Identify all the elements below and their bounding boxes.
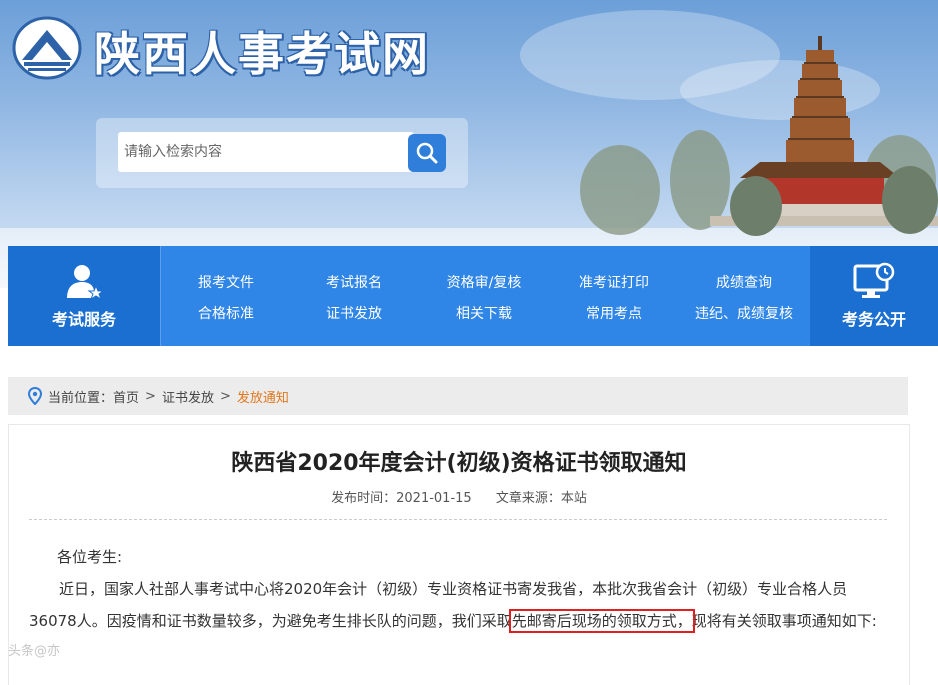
nav-links: 报考文件 考试报名 资格审/复核 准考证打印 成绩查询 合格标准 证书发放 相关… (160, 246, 810, 346)
location-pin-icon (28, 387, 42, 405)
nav-link-certificate-issue[interactable]: 证书发放 (326, 303, 382, 323)
search-box (96, 118, 468, 188)
exam-affairs-public-button[interactable]: 考务公开 (810, 246, 938, 346)
breadcrumb-home[interactable]: 首页 (113, 387, 139, 406)
nav-link-downloads[interactable]: 相关下载 (456, 303, 512, 323)
nav-link-report-docs[interactable]: 报考文件 (198, 272, 254, 292)
watermark: 头条@亦 (8, 644, 61, 659)
search-icon (416, 142, 438, 164)
nav-link-qualification-review[interactable]: 资格审/复核 (447, 272, 522, 292)
exam-service-button[interactable]: 考试服务 (8, 246, 161, 346)
search-input[interactable] (118, 132, 414, 172)
exam-service-label: 考试服务 (51, 310, 116, 329)
site-logo-icon[interactable] (12, 16, 82, 80)
article-body: 各位考生: 近日，国家人社部人事考试中心将2020年会计（初级）专业资格证书寄发… (29, 541, 887, 637)
breadcrumb-separator: > (219, 388, 231, 404)
exam-affairs-public-label: 考务公开 (841, 310, 906, 329)
article-salutation: 各位考生: (57, 548, 123, 566)
nav-link-exam-sites[interactable]: 常用考点 (586, 303, 642, 323)
highlighted-text: 先邮寄后现场的领取方式， (508, 609, 695, 633)
site-title[interactable]: 陕西人事考试网 (94, 18, 430, 84)
pagoda-scene-image (580, 36, 938, 236)
search-button[interactable] (408, 134, 446, 172)
article-title: 陕西省2020年度会计(初级)资格证书领取通知 (231, 451, 687, 476)
publish-time: 发布时间：2021-01-15 (331, 491, 472, 506)
breadcrumb-current[interactable]: 发放通知 (237, 387, 289, 406)
paragraph-text: 现将有关领取事项通知如下: (691, 612, 877, 630)
article-meta: 发布时间：2021-01-15 文章来源：本站 (9, 487, 909, 506)
header-banner: 陕西人事考试网 (0, 0, 938, 288)
main-nav: 考试服务 报考文件 考试报名 资格审/复核 准考证打印 成绩查询 合格标准 证书… (8, 246, 938, 346)
breadcrumb-separator: > (145, 388, 156, 404)
nav-link-registration[interactable]: 考试报名 (326, 272, 382, 292)
nav-link-admission-ticket[interactable]: 准考证打印 (579, 272, 649, 292)
article-divider (29, 519, 887, 520)
breadcrumb-certificate-issue[interactable]: 证书发放 (162, 387, 214, 406)
breadcrumb-prefix: 当前位置： (48, 390, 114, 406)
article: 陕西省2020年度会计(初级)资格证书领取通知 发布时间：2021-01-15 … (8, 424, 910, 685)
breadcrumb: 当前位置： 首页 > 证书发放 > 发放通知 (8, 377, 908, 415)
nav-link-score-query[interactable]: 成绩查询 (716, 272, 772, 292)
user-star-icon (67, 265, 104, 301)
nav-link-pass-standard[interactable]: 合格标准 (198, 303, 254, 323)
monitor-clock-icon (853, 262, 895, 298)
article-source: 文章来源：本站 (495, 491, 587, 506)
nav-link-violation-review[interactable]: 违纪、成绩复核 (695, 303, 793, 323)
article-paragraph: 近日，国家人社部人事考试中心将2020年会计（初级）专业资格证书寄发我省，本批次… (29, 573, 887, 637)
